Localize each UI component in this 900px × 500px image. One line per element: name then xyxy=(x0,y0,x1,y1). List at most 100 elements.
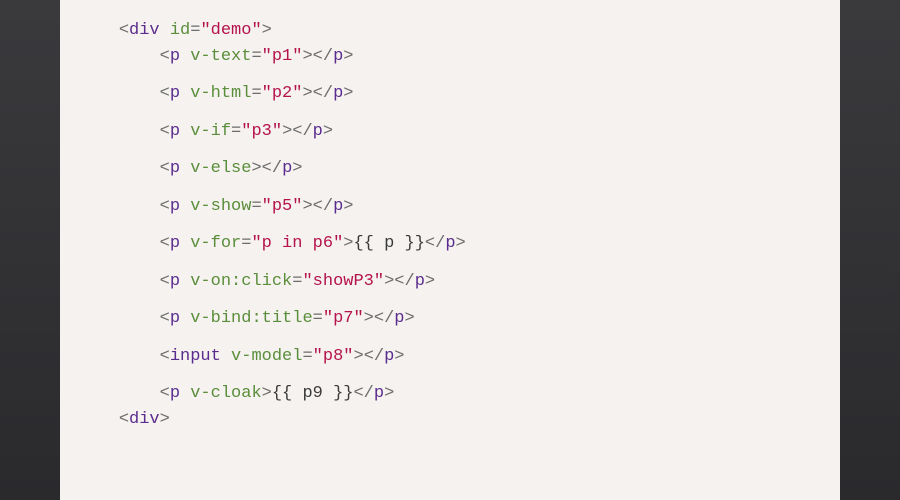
tag-div: div xyxy=(129,410,160,429)
angle-close: > xyxy=(425,272,435,291)
attr-v-model: v-model xyxy=(231,347,302,366)
angle-close: > xyxy=(302,47,312,66)
angle-close: > xyxy=(343,47,353,66)
equals: = xyxy=(190,21,200,40)
indent xyxy=(78,84,160,103)
angle-close: > xyxy=(282,122,292,141)
tag-input: input xyxy=(170,347,221,366)
tag-p-close: p xyxy=(394,309,404,328)
tag-p: p xyxy=(170,234,180,253)
code-line: <p v-for="p in p6">{{ p }}</p> xyxy=(60,231,840,257)
blank-line xyxy=(60,332,840,344)
angle-open: < xyxy=(160,197,170,216)
tag-p: p xyxy=(170,122,180,141)
angle-open: < xyxy=(119,410,129,429)
attr-v-cloak: v-cloak xyxy=(190,384,261,403)
attr-id: id xyxy=(170,21,190,40)
val-demo: demo xyxy=(211,21,252,40)
attr-v-html: v-html xyxy=(190,84,251,103)
quote: " xyxy=(333,234,343,253)
angle-close: > xyxy=(323,122,333,141)
quote: " xyxy=(251,21,261,40)
tag-p: p xyxy=(170,197,180,216)
tag-p-close: p xyxy=(333,47,343,66)
code-line: <p v-if="p3"></p> xyxy=(60,119,840,145)
angle-close: > xyxy=(404,309,414,328)
code-line: <p v-html="p2"></p> xyxy=(60,81,840,107)
quote: " xyxy=(272,122,282,141)
equals: = xyxy=(313,309,323,328)
val-p2: p2 xyxy=(272,84,292,103)
close-open: </ xyxy=(353,384,373,403)
quote: " xyxy=(302,272,312,291)
quote: " xyxy=(374,272,384,291)
code-line: <div id="demo"> xyxy=(60,18,840,44)
angle-close: > xyxy=(353,347,363,366)
code-line: <p v-cloak>{{ p9 }}</p> xyxy=(60,381,840,407)
angle-open: < xyxy=(160,159,170,178)
close-open: </ xyxy=(292,122,312,141)
val-p5: p5 xyxy=(272,197,292,216)
quote: " xyxy=(262,47,272,66)
close-open: </ xyxy=(313,47,333,66)
indent xyxy=(78,47,160,66)
equals: = xyxy=(231,122,241,141)
attr-v-else: v-else xyxy=(190,159,251,178)
angle-open: < xyxy=(119,21,129,40)
val-p3: p3 xyxy=(251,122,271,141)
space xyxy=(221,347,231,366)
angle-close: > xyxy=(302,84,312,103)
indent xyxy=(78,21,119,40)
space xyxy=(180,384,190,403)
tag-p-close: p xyxy=(445,234,455,253)
tag-p-close: p xyxy=(374,384,384,403)
blank-line xyxy=(60,144,840,156)
space xyxy=(180,272,190,291)
mustache-p: {{ p }} xyxy=(353,234,424,253)
equals: = xyxy=(241,234,251,253)
equals: = xyxy=(251,47,261,66)
angle-close: > xyxy=(343,84,353,103)
blank-line xyxy=(60,69,840,81)
quote: " xyxy=(262,84,272,103)
angle-close: > xyxy=(364,309,374,328)
angle-open: < xyxy=(160,234,170,253)
attr-v-text: v-text xyxy=(190,47,251,66)
angle-close: > xyxy=(160,410,170,429)
attr-v-on-click: v-on:click xyxy=(190,272,292,291)
close-open: </ xyxy=(313,197,333,216)
angle-close: > xyxy=(384,384,394,403)
quote: " xyxy=(292,47,302,66)
close-open: </ xyxy=(425,234,445,253)
tag-p: p xyxy=(170,84,180,103)
attr-v-if: v-if xyxy=(190,122,231,141)
space xyxy=(180,84,190,103)
angle-close: > xyxy=(262,21,272,40)
indent xyxy=(78,197,160,216)
blank-line xyxy=(60,219,840,231)
code-line: <p v-text="p1"></p> xyxy=(60,44,840,70)
tag-p-close: p xyxy=(313,122,323,141)
tag-p: p xyxy=(170,384,180,403)
close-open: </ xyxy=(364,347,384,366)
space xyxy=(180,159,190,178)
angle-close: > xyxy=(292,159,302,178)
val-p8: p8 xyxy=(323,347,343,366)
code-line: <p v-else></p> xyxy=(60,156,840,182)
tag-p-close: p xyxy=(333,84,343,103)
space xyxy=(180,47,190,66)
indent xyxy=(78,410,119,429)
code-line: <div> xyxy=(60,407,840,433)
angle-open: < xyxy=(160,309,170,328)
val-p1: p1 xyxy=(272,47,292,66)
tag-p-close: p xyxy=(384,347,394,366)
tag-p-close: p xyxy=(415,272,425,291)
quote: " xyxy=(292,84,302,103)
code-snippet-panel: <div id="demo"> <p v-text="p1"></p> <p v… xyxy=(60,0,840,500)
angle-open: < xyxy=(160,84,170,103)
angle-close: > xyxy=(262,384,272,403)
tag-p: p xyxy=(170,272,180,291)
tag-p-close: p xyxy=(282,159,292,178)
quote: " xyxy=(241,122,251,141)
quote: " xyxy=(343,347,353,366)
